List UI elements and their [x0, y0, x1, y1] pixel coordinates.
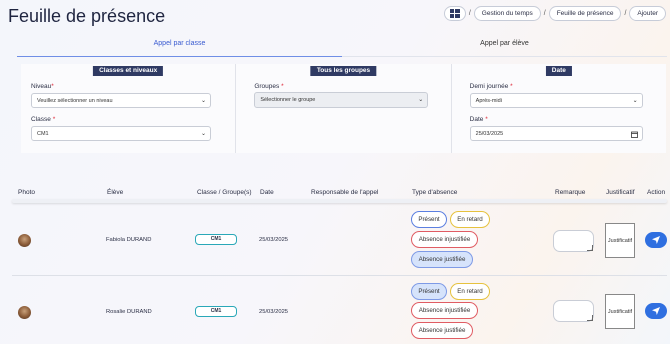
absence-injustifiee-button[interactable]: Absence injustifiée — [411, 302, 478, 319]
filter-date-column: Date Demi journée * Après-midi ⌄ Date * … — [452, 64, 666, 153]
demi-journee-select[interactable]: Après-midi ⌄ — [469, 93, 643, 108]
dashboard-button[interactable] — [443, 6, 466, 21]
chevron-down-icon: ⌄ — [632, 98, 638, 104]
retard-button[interactable]: En retard — [450, 283, 490, 300]
breadcrumb-feuille-de-presence[interactable]: Feuille de présence — [548, 6, 622, 21]
resize-handle-icon[interactable] — [587, 315, 593, 321]
send-button[interactable] — [645, 232, 667, 248]
niveau-label: Niveau* — [31, 83, 54, 90]
groupes-select[interactable]: Sélectionner le groupe ⌄ — [254, 92, 429, 108]
demi-journee-select-value: Après-midi — [475, 97, 502, 104]
col-action: Action — [647, 189, 666, 196]
present-button[interactable]: Présent — [411, 211, 447, 228]
filter-panel: Classes et niveaux Niveau* Veuillez séle… — [21, 64, 666, 153]
col-eleve: Élève — [107, 189, 124, 196]
row-date: 25/03/2025 — [259, 237, 289, 243]
send-icon — [652, 307, 660, 315]
col-responsable: Responsable de l'appel — [311, 189, 379, 196]
avatar — [18, 306, 31, 319]
breadcrumb: / Gestion du temps / Feuille de présence… — [443, 6, 666, 21]
groupes-select-value: Sélectionner le groupe — [260, 97, 316, 103]
table-row: Fabiola DURAND CM1 25/03/2025 Présent En… — [12, 206, 667, 276]
demi-journee-label: Demi journée * — [469, 83, 513, 90]
resize-handle-icon[interactable] — [587, 245, 593, 251]
classe-label: Classe * — [31, 116, 56, 123]
col-photo: Photo — [18, 189, 35, 196]
classe-select-value: CM1 — [37, 130, 49, 137]
page-title: Feuille de présence — [8, 6, 166, 26]
col-date: Date — [260, 189, 274, 196]
class-badge: CM1 — [195, 234, 237, 245]
row-date: 25/03/2025 — [259, 309, 289, 315]
breadcrumb-separator: / — [468, 10, 471, 17]
absence-justifiee-button[interactable]: Absence justifiée — [411, 251, 473, 268]
avatar — [18, 234, 31, 247]
tab-bar: Appel par classe Appel par élève — [17, 37, 667, 57]
class-badge: CM1 — [195, 306, 237, 317]
table-row: Rosalie DURAND CM1 25/03/2025 Présent En… — [12, 280, 667, 344]
filter-classes-column: Classes et niveaux Niveau* Veuillez séle… — [21, 64, 237, 153]
retard-button[interactable]: En retard — [450, 211, 490, 228]
breadcrumb-ajouter[interactable]: Ajouter — [629, 6, 666, 21]
chevron-down-icon: ⌄ — [200, 131, 206, 137]
col-justificatif: Justificatif — [606, 189, 635, 196]
tab-appel-par-eleve[interactable]: Appel par élève — [342, 37, 667, 57]
present-button[interactable]: Présent — [411, 283, 447, 300]
eleve-name: Rosalie DURAND — [106, 309, 152, 315]
col-remarque: Remarque — [555, 189, 586, 196]
filter-groupes-column: Tous les groupes Groupes * Sélectionner … — [236, 64, 452, 153]
breadcrumb-separator: / — [543, 10, 546, 17]
remarque-input[interactable] — [553, 230, 594, 252]
justificatif-field[interactable]: Justificatif — [605, 294, 635, 329]
calendar-icon[interactable] — [630, 131, 638, 138]
classe-select[interactable]: CM1 ⌄ — [31, 126, 211, 141]
niveau-select[interactable]: Veuillez sélectionner un niveau ⌄ — [31, 93, 211, 108]
niveau-select-value: Veuillez sélectionner un niveau — [37, 97, 113, 104]
date-input-value: 25/03/2025 — [475, 130, 504, 137]
table-header: Photo Élève Classe / Groupe(s) Date Resp… — [0, 186, 670, 200]
eleve-name: Fabiola DURAND — [106, 237, 152, 243]
send-button[interactable] — [645, 303, 667, 319]
send-icon — [652, 236, 660, 244]
remarque-input[interactable] — [553, 300, 594, 322]
chevron-down-icon: ⌄ — [200, 98, 206, 104]
table-header-divider — [12, 199, 667, 203]
dashboard-grid-icon — [449, 9, 460, 18]
col-type-absence: Type d'absence — [412, 189, 458, 196]
groupes-label: Groupes * — [254, 83, 284, 90]
tab-appel-par-classe[interactable]: Appel par classe — [17, 37, 342, 57]
chevron-down-icon: ⌄ — [418, 97, 424, 103]
groupes-header: Tous les groupes — [310, 66, 377, 76]
absence-injustifiee-button[interactable]: Absence injustifiée — [411, 231, 478, 248]
date-header: Date — [545, 66, 572, 76]
breadcrumb-separator: / — [624, 10, 627, 17]
justificatif-field[interactable]: Justificatif — [605, 223, 635, 258]
date-label: Date * — [469, 116, 488, 123]
date-input[interactable]: 25/03/2025 — [469, 126, 643, 141]
absence-justifiee-button[interactable]: Absence justifiée — [411, 322, 473, 339]
classes-header: Classes et niveaux — [93, 66, 164, 76]
col-classe: Classe / Groupe(s) — [197, 189, 252, 196]
breadcrumb-gestion-du-temps[interactable]: Gestion du temps — [473, 6, 541, 21]
